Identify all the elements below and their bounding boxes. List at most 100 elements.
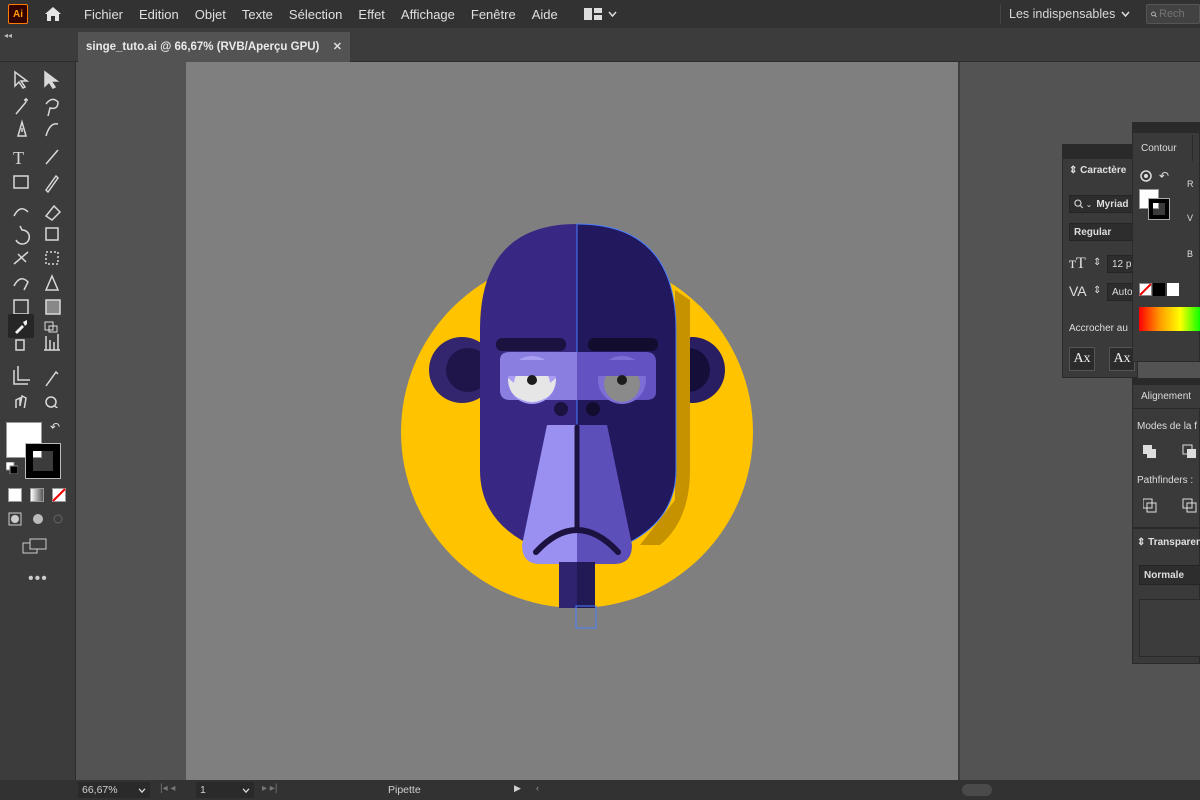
font-size-value: 12 p [1112, 258, 1132, 270]
free-transform-icon [45, 251, 59, 265]
font-style-field[interactable]: Regular [1069, 223, 1139, 241]
perspective-grid-icon [44, 274, 60, 291]
alignement-panel: Alignement Modes de la f Pathfinders : [1132, 378, 1200, 528]
rotate-tool-icon [15, 225, 31, 245]
draw-mode-icons[interactable] [8, 512, 68, 528]
lasso-icon [45, 98, 59, 117]
neck-right [577, 562, 595, 608]
shape-mode-buttons[interactable] [1143, 443, 1200, 459]
artboard-select[interactable]: 1 [196, 782, 254, 798]
alignement-tab-label: Alignement [1141, 391, 1192, 402]
quick-swatches[interactable] [1139, 283, 1183, 297]
snap-glyph-label-2: Ax [1113, 351, 1131, 366]
left-eyelid [505, 360, 560, 376]
stepper-icon[interactable]: ⇕ [1093, 285, 1101, 296]
contour-panel: Contour ↶ R V B [1132, 122, 1200, 362]
opacity-mask-preview[interactable] [1139, 599, 1200, 657]
font-style-value: Regular [1074, 226, 1112, 238]
stepper-icon[interactable]: ⇕ [1093, 257, 1101, 268]
hand-tool-icon [15, 394, 27, 408]
b-label: B [1187, 249, 1194, 259]
chevron-down-icon [242, 787, 250, 793]
color-spectrum[interactable] [1139, 307, 1200, 331]
left-eyebrow [496, 338, 566, 351]
caractere-title[interactable]: ⇕ Caractère [1069, 165, 1126, 176]
right-pupil [617, 375, 627, 385]
status-menu-icon[interactable]: ▶ [514, 783, 521, 794]
zoom-tool-icon [45, 396, 57, 408]
tool-icons: T [13, 70, 62, 408]
right-nostril [586, 402, 600, 416]
snap-glyph-button-1[interactable]: Ax [1069, 347, 1095, 371]
eyedropper-tool[interactable] [8, 314, 34, 338]
measure-icon [44, 321, 58, 333]
panel-header-grip[interactable] [1063, 145, 1139, 159]
stroke-color-swatch[interactable] [25, 443, 61, 479]
leading-value: Auto [1112, 286, 1133, 298]
neck-left [559, 562, 577, 608]
pathfinder-buttons[interactable] [1143, 497, 1200, 513]
magic-wand-icon [15, 98, 28, 115]
gradient-mode-button[interactable] [30, 488, 44, 502]
contour-tab-label: Contour [1141, 142, 1177, 154]
edit-toolbar-icon[interactable]: ••• [28, 570, 48, 588]
font-family-field[interactable]: ⌄ Myriad P [1069, 195, 1139, 213]
rectangle-tool-icon [13, 175, 29, 189]
symbol-sprayer-icon [15, 339, 25, 351]
slice-tool-icon [45, 370, 59, 387]
chevron-down-icon: ⌄ [1085, 199, 1093, 209]
default-fill-stroke-icon[interactable] [6, 462, 18, 474]
horizontal-scrollbar-thumb[interactable] [962, 784, 992, 796]
color-mode-button[interactable] [8, 488, 22, 502]
scale-tool-icon [45, 227, 59, 241]
scroll-left-icon[interactable]: ‹ [536, 783, 539, 793]
width-tool-icon [13, 251, 29, 265]
caractere-panel: ⇕ Caractère ⌄ Myriad P Regular ᴛT ⇕ 12 p… [1062, 144, 1139, 378]
measure-tool[interactable] [38, 314, 64, 338]
artboard-tool-icon [13, 366, 30, 385]
right-eyelid [596, 360, 651, 376]
snap-glyph-label-1: Ax [1073, 351, 1091, 366]
current-tool-status: Pipette [388, 784, 421, 796]
right-eyebrow [588, 338, 658, 351]
stroke-swatch[interactable] [1148, 198, 1170, 220]
first-artboard-icon[interactable]: |◂ ◂ [160, 783, 175, 794]
screen-mode-icon[interactable] [22, 538, 48, 556]
transparence-title[interactable]: ⇕ Transparen [1137, 537, 1200, 548]
caractere-title-text: Caractère [1080, 165, 1127, 176]
direct-selection-tool-icon [44, 70, 60, 89]
paintbrush-icon [45, 174, 59, 194]
none-mode-icon[interactable] [52, 488, 66, 502]
v-label: V [1187, 213, 1194, 223]
swap-icon[interactable]: ↶ [1159, 169, 1169, 183]
swap-fill-stroke-icon[interactable]: ↶ [50, 420, 60, 434]
snap-label: Accrocher au [1069, 323, 1128, 334]
zoom-select[interactable]: 66,67% [78, 782, 150, 798]
left-pupil [527, 375, 537, 385]
transparence-title-text: Transparen [1148, 537, 1200, 548]
tools-panel: T ↶ ••• [0, 62, 76, 780]
default-colors-icon[interactable] [1139, 169, 1153, 183]
shaper-tool-icon [13, 208, 29, 217]
pathfinders-label: Pathfinders : [1137, 475, 1194, 486]
blend-mode-select[interactable]: Normale [1139, 565, 1200, 585]
selection-tool-icon [14, 70, 30, 89]
blend-mode-value: Normale [1144, 569, 1185, 581]
transparence-panel: ⇕ Transparen Normale [1132, 528, 1200, 664]
leading-icon: VA [1069, 283, 1087, 299]
alignement-tab[interactable]: Alignement [1133, 385, 1200, 409]
search-icon [1074, 199, 1084, 209]
font-size-icon: ᴛT [1069, 255, 1086, 272]
shape-modes-label: Modes de la f [1137, 421, 1198, 432]
ape-illustration[interactable] [0, 0, 1200, 800]
mesh-tool-icon [13, 299, 29, 315]
selection-box [575, 605, 597, 629]
panel-header-grip[interactable] [1133, 123, 1200, 133]
pen-tool-icon [17, 119, 27, 137]
eyedropper-icon [15, 320, 27, 334]
last-artboard-icon[interactable]: ▸ ▸| [262, 783, 277, 794]
chevron-down-icon [138, 787, 146, 793]
status-bar: 66,67% |◂ ◂ 1 ▸ ▸| Pipette ▶ ‹ [0, 780, 1200, 800]
shape-builder-icon [13, 278, 29, 291]
contour-tab[interactable]: Contour [1133, 135, 1193, 161]
